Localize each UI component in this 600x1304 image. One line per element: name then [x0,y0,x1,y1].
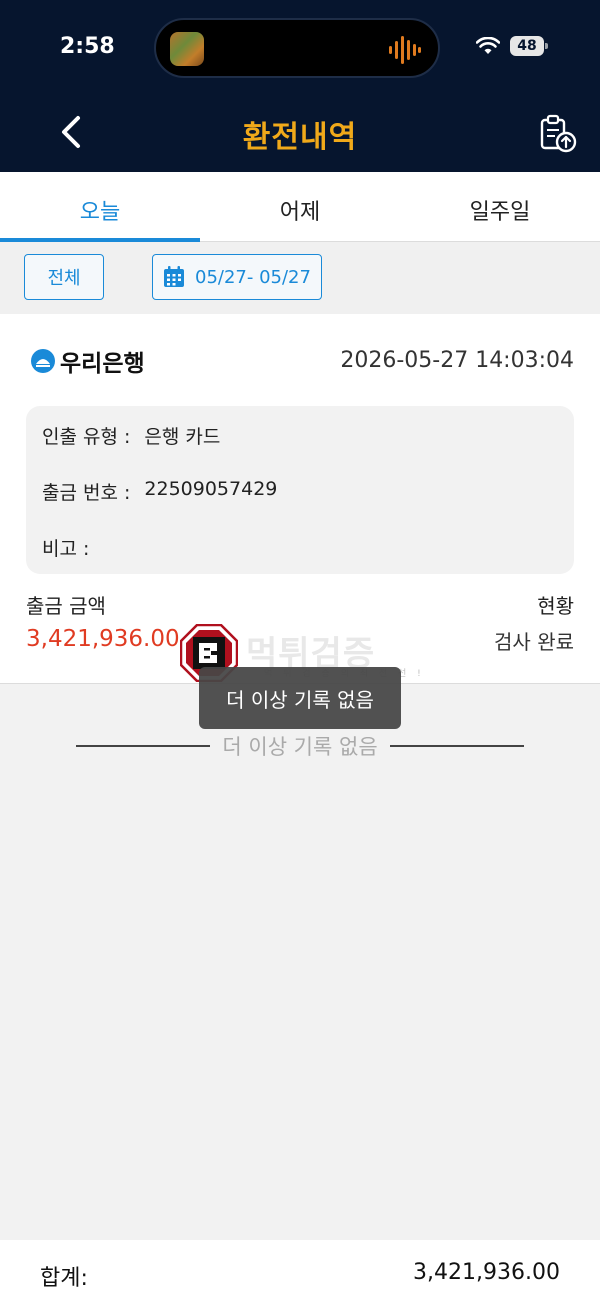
memo-row: 비고 : [42,534,103,561]
amount-label: 출금 금액 [26,594,106,618]
withdraw-type-label: 인출 유형 : [42,426,131,448]
bank-name: 우리은행 [30,344,145,378]
all-filter-button[interactable]: 전체 [24,254,104,300]
status-value: 검사 완료 [494,630,574,654]
end-of-list-text: 더 이상 기록 없음 [222,735,378,759]
total-value: 3,421,936.00 [413,1260,560,1285]
tab-yesterday[interactable]: 어제 [200,172,400,241]
withdraw-type-row: 인출 유형 : 은행 카드 [42,422,220,449]
tab-today[interactable]: 오늘 [0,172,200,242]
divider-line-left [76,745,211,747]
record-datetime: 2026-05-27 14:03:04 [340,348,574,373]
record-details: 인출 유형 : 은행 카드 출금 번호 : 22509057429 비고 : [26,406,574,574]
status-time: 2:58 [60,34,115,59]
date-range-text: 05/27- 05/27 [195,266,311,288]
page-title: 환전내역 [242,120,358,155]
toast-message: 더 이상 기록 없음 [199,667,401,729]
header-bar: 2:58 48 환전내역 [0,0,600,172]
filter-bar: 전체 05/27- 05/27 [0,242,600,314]
amount-value: 3,421,936.00 [26,626,180,652]
divider-line-right [389,745,525,747]
withdraw-number-row: 출금 번호 : 22509057429 [42,478,277,505]
tab-week[interactable]: 일주일 [400,172,600,241]
memo-label: 비고 : [42,538,90,560]
wifi-icon [476,37,500,54]
status-label: 현황 [537,594,574,618]
withdraw-type-value: 은행 카드 [144,426,221,448]
period-tabs: 오늘 어제 일주일 [0,172,600,242]
clipboard-upload-icon[interactable] [538,114,578,154]
calendar-icon [164,266,184,287]
withdraw-number-value: 22509057429 [144,478,278,500]
end-of-list-divider: 더 이상 기록 없음 [76,728,525,764]
summary-footer: 합계: 3,421,936.00 [0,1240,600,1304]
dynamic-island [154,18,440,78]
now-playing-thumbnail [170,32,204,66]
status-indicators: 48 [476,36,548,56]
total-label: 합계: [40,1266,88,1291]
audio-wave-icon [389,36,421,64]
battery-indicator: 48 [510,36,548,56]
withdraw-number-label: 출금 번호 : [42,482,131,504]
date-range-button[interactable]: 05/27- 05/27 [152,254,322,300]
bank-logo-icon [31,349,55,373]
bank-name-text: 우리은행 [60,351,145,377]
